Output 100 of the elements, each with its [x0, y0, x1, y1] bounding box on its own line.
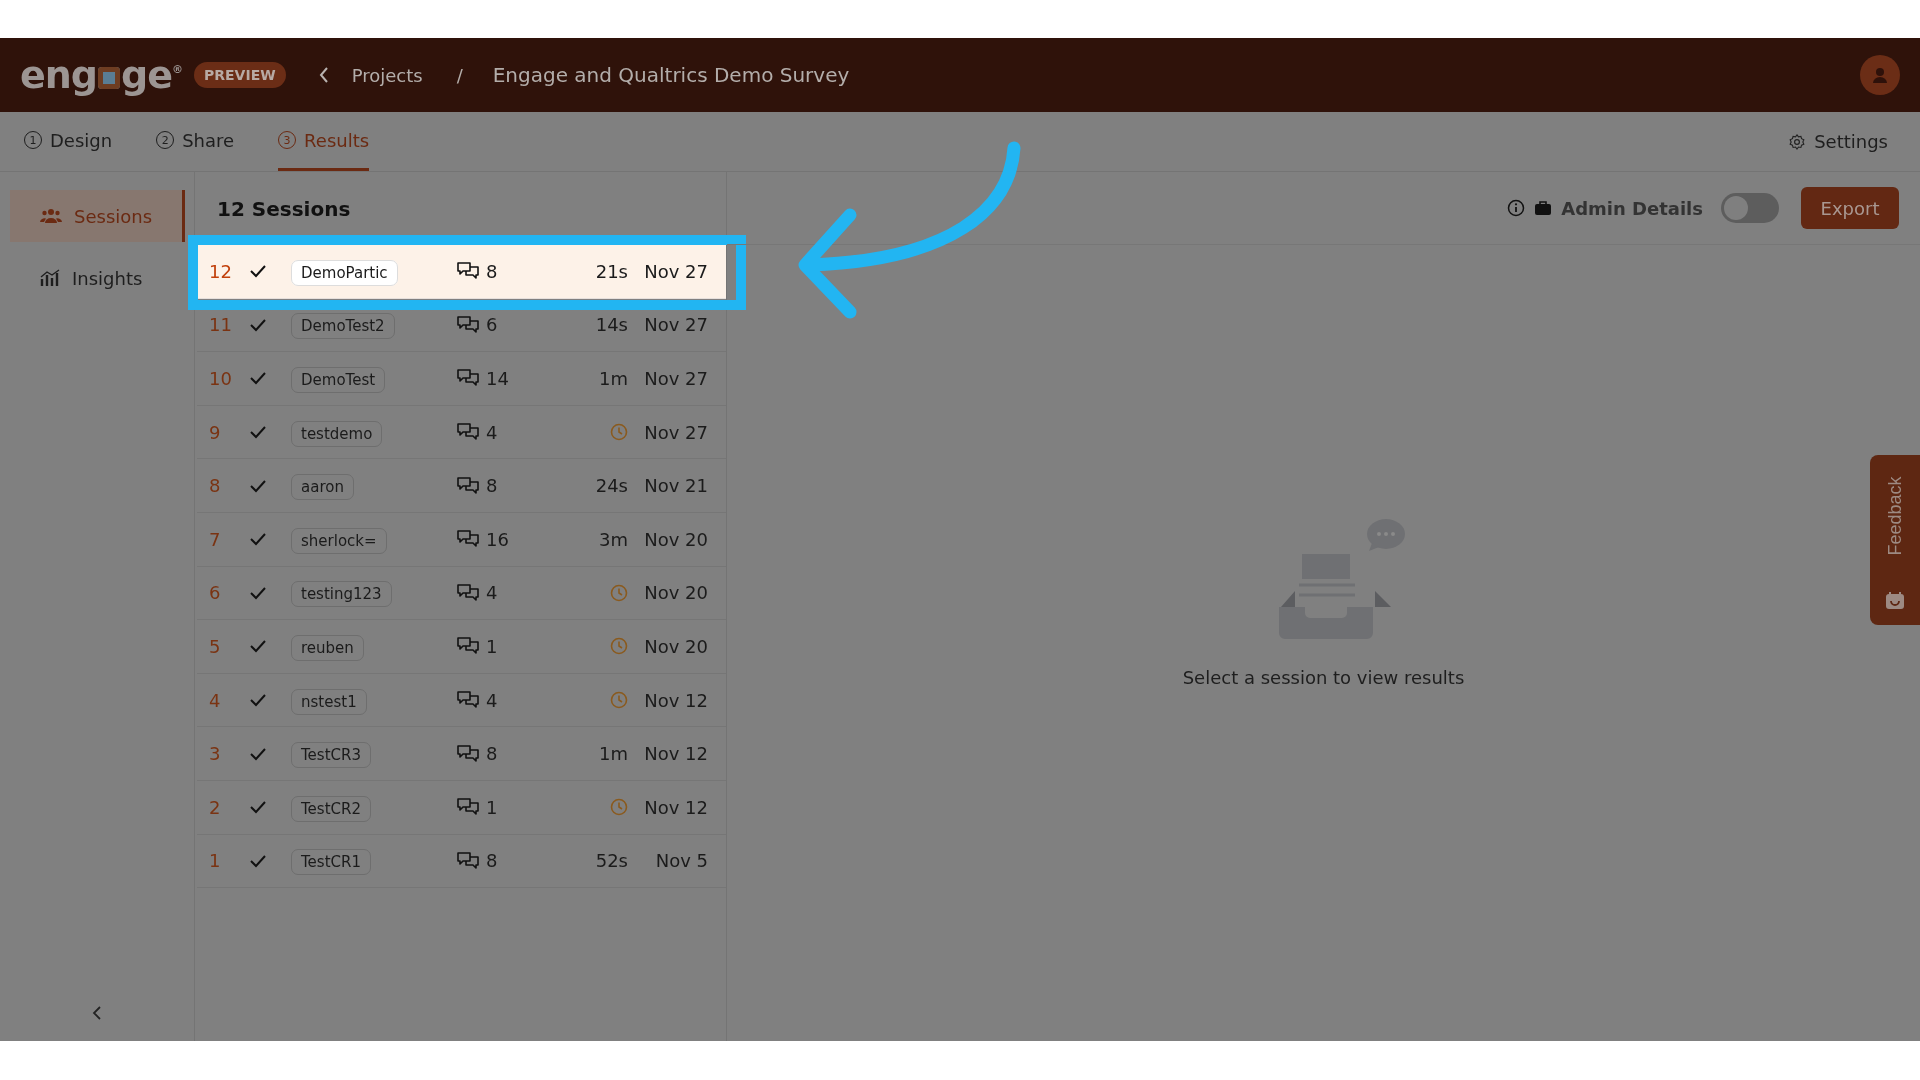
sidebar-item[interactable]: Sessions: [10, 190, 185, 242]
participant-name: testdemo: [291, 420, 383, 447]
info-icon[interactable]: [1507, 199, 1526, 217]
session-row[interactable]: 8 aaron 8 24s Nov 21: [197, 459, 726, 513]
session-row[interactable]: 7 sherlock= 16 3m Nov 20: [197, 512, 726, 567]
clock-icon: [610, 691, 628, 710]
session-duration: 14s: [595, 314, 628, 336]
chat-icon: [456, 636, 480, 657]
message-count: 4: [486, 689, 498, 711]
empty-state-message: Select a session to view results: [1182, 667, 1465, 688]
session-duration: 24s: [595, 475, 628, 497]
message-count: 1: [486, 796, 498, 818]
breadcrumb-separator: /: [456, 64, 463, 86]
session-row[interactable]: 2 TestCR2 1 Nov 12: [197, 780, 726, 835]
message-count: 8: [486, 475, 498, 497]
feedback-tab[interactable]: Feedback: [1870, 455, 1920, 625]
collapse-icon[interactable]: [92, 1005, 102, 1021]
chat-icon: [456, 582, 480, 603]
participant-name: TestCR3: [291, 742, 371, 769]
message-count: 16: [486, 528, 509, 550]
participant-name: nstest1: [291, 688, 367, 715]
participant-name: DemoTest: [291, 367, 386, 393]
session-date: Nov 12: [643, 689, 708, 711]
message-count: 1: [486, 635, 498, 657]
session-date: Nov 5: [654, 850, 708, 872]
step-tab[interactable]: 2 Share: [156, 112, 235, 171]
participant-name: DemoPartic: [291, 259, 398, 286]
step-tab[interactable]: 1 Design: [24, 112, 113, 171]
export-button[interactable]: Export: [1801, 187, 1899, 229]
session-date: Nov 27: [643, 421, 708, 443]
chat-icon: [456, 422, 480, 443]
session-date: Nov 20: [643, 635, 708, 657]
message-count: 14: [486, 368, 509, 389]
page-title: Engage and Qualtrics Demo Survey: [492, 63, 850, 87]
admin-details-toggle[interactable]: [1721, 193, 1779, 223]
chat-icon: [456, 797, 480, 818]
sidebar-item[interactable]: Insights: [10, 252, 185, 304]
back-icon[interactable]: [317, 66, 330, 84]
people-icon: [40, 207, 62, 225]
session-date: Nov 12: [643, 796, 708, 818]
message-count: 4: [486, 421, 498, 443]
session-number: 9: [209, 421, 222, 443]
participant-name: TestCR1: [291, 849, 371, 876]
admin-details-label: Admin Details: [1561, 197, 1703, 219]
session-row[interactable]: 4 nstest1 4 Nov 12: [197, 673, 726, 728]
session-duration: 21s: [595, 260, 628, 282]
session-number: 2: [209, 796, 222, 818]
session-number: 10: [209, 368, 233, 389]
session-number: 1: [209, 850, 222, 872]
session-row[interactable]: 6 testing123 4 Nov 20: [197, 566, 726, 621]
session-row[interactable]: 9 testdemo 4 Nov 27: [197, 405, 726, 460]
message-count: 8: [486, 260, 498, 282]
breadcrumb-link[interactable]: Projects: [351, 64, 423, 86]
session-date: Nov 27: [643, 314, 708, 336]
settings-icon: [1788, 132, 1807, 151]
session-duration: 1m: [599, 368, 628, 389]
chat-icon: [456, 690, 480, 711]
logo[interactable]: eng ge$^{®}$: [20, 53, 182, 97]
settings-button[interactable]: Settings: [1782, 112, 1894, 171]
chat-icon: [456, 261, 480, 282]
session-duration: 3m: [599, 528, 628, 550]
session-number: 3: [209, 743, 222, 765]
clock-icon: [610, 583, 628, 602]
chat-icon: [456, 529, 480, 550]
session-number: 4: [209, 689, 222, 711]
participant-name: sherlock=: [291, 527, 387, 554]
chat-icon: [456, 314, 480, 335]
session-number: 8: [209, 475, 222, 497]
message-count: 8: [486, 743, 498, 765]
session-date: Nov 20: [643, 582, 708, 604]
session-date: Nov 27: [643, 260, 708, 282]
participant-name: aaron: [291, 474, 354, 501]
session-duration: 1m: [599, 743, 628, 765]
message-count: 8: [486, 850, 498, 872]
session-number: 7: [209, 528, 222, 550]
preview-badge: PREVIEW: [194, 62, 286, 88]
session-date: Nov 27: [643, 368, 708, 389]
session-date: Nov 21: [643, 475, 708, 497]
session-row[interactable]: 11 DemoTest2 6 14s Nov 27: [197, 298, 726, 353]
sessions-title: 12 Sessions: [216, 195, 352, 223]
session-date: Nov 12: [643, 743, 708, 765]
session-number: 6: [209, 582, 222, 604]
participant-name: reuben: [291, 634, 364, 661]
clock-icon: [610, 637, 628, 656]
session-duration: 52s: [595, 850, 628, 872]
session-row[interactable]: 3 TestCR3 8 1m Nov 12: [197, 727, 726, 781]
session-date: Nov 20: [643, 528, 708, 550]
clock-icon: [610, 423, 628, 442]
session-row[interactable]: 12 DemoPartic 8 21s Nov 27: [197, 245, 726, 299]
smiley-icon: [1886, 591, 1904, 609]
participant-name: DemoTest2: [291, 313, 395, 340]
participant-name: testing123: [291, 581, 392, 608]
chat-icon: [456, 368, 480, 389]
chart-icon: [40, 269, 60, 287]
message-count: 6: [486, 314, 498, 336]
chat-icon: [456, 850, 480, 871]
session-row[interactable]: 10 DemoTest 14 1m Nov 27: [197, 352, 726, 406]
session-row[interactable]: 1 TestCR1 8 52s Nov 5: [197, 834, 726, 889]
message-count: 4: [486, 582, 498, 604]
session-row[interactable]: 5 reuben 1 Nov 20: [197, 620, 726, 674]
